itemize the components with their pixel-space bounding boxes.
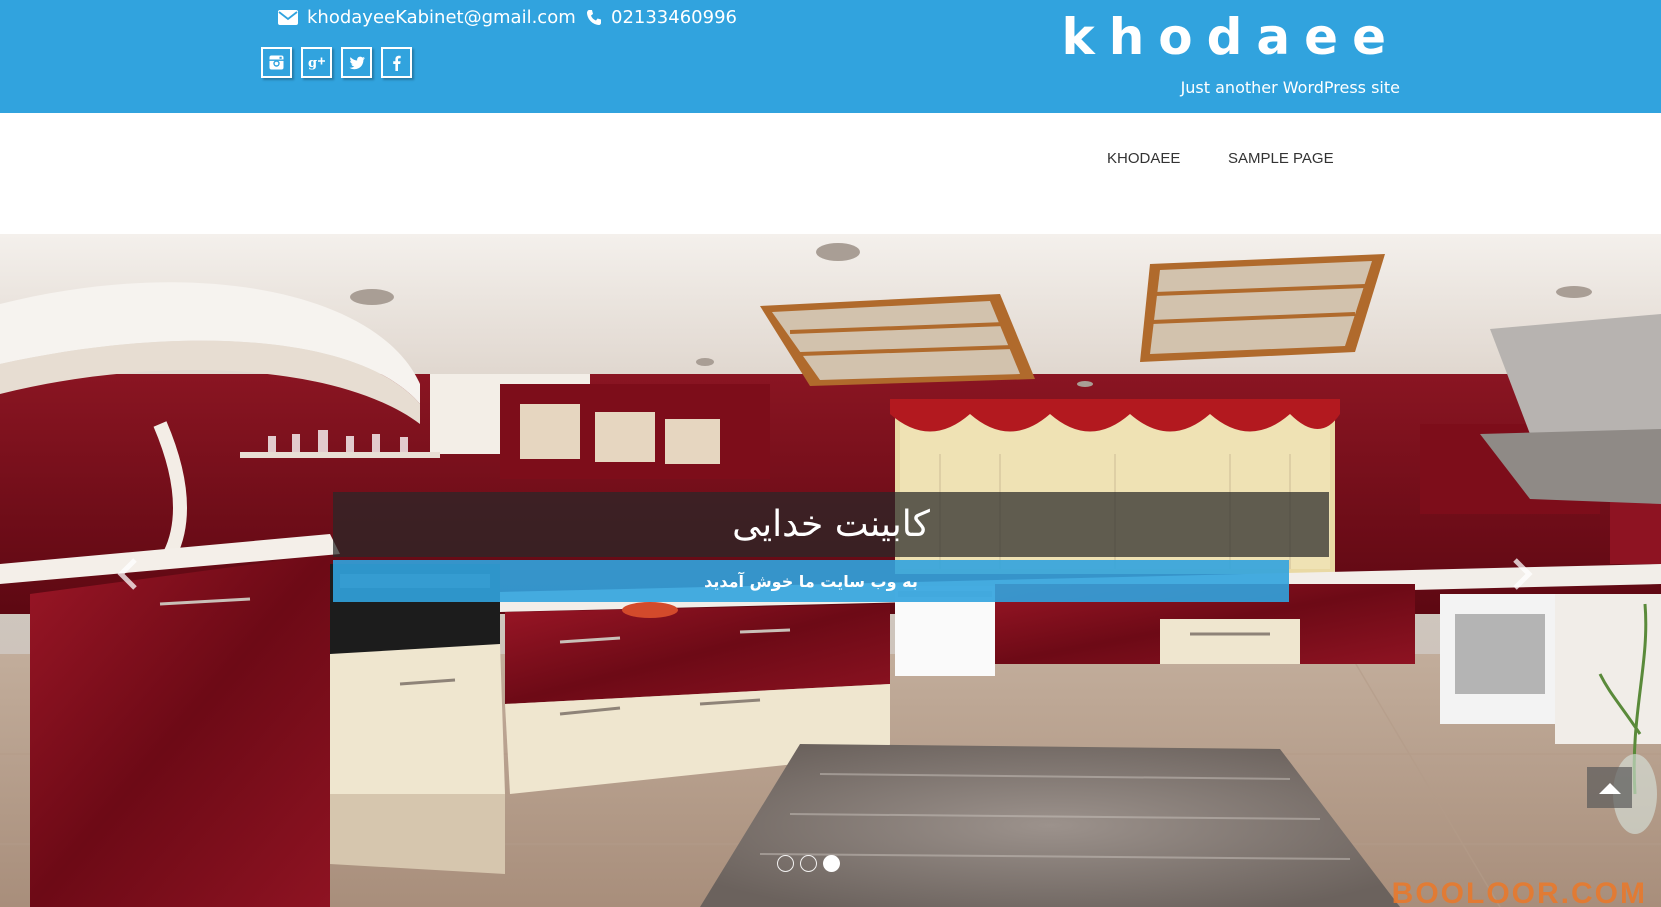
facebook-icon bbox=[393, 55, 401, 71]
phone-icon bbox=[587, 9, 601, 25]
phone-text: 02133460996 bbox=[611, 6, 737, 28]
site-title[interactable]: khodaee bbox=[1061, 4, 1400, 70]
envelope-icon bbox=[278, 9, 298, 25]
slider-dot-3[interactable] bbox=[823, 855, 840, 872]
nav-item-sample-page[interactable]: SAMPLE PAGE bbox=[1228, 150, 1334, 167]
slider-prev-button[interactable] bbox=[112, 554, 142, 594]
slider-next-button[interactable] bbox=[1508, 554, 1538, 594]
slider-dot-1[interactable] bbox=[777, 855, 794, 872]
instagram-button[interactable] bbox=[261, 47, 292, 78]
chevron-right-icon bbox=[1513, 558, 1533, 590]
top-header: khodayeeKabinet@gmail.com 02133460996 g bbox=[0, 0, 1661, 113]
instagram-icon bbox=[269, 55, 284, 70]
image-watermark: BOOLOOR.COM bbox=[1391, 877, 1647, 907]
social-links: g bbox=[261, 47, 412, 78]
slider-dot-2[interactable] bbox=[800, 855, 817, 872]
contact-phone[interactable]: 02133460996 bbox=[586, 6, 737, 28]
caret-up-icon bbox=[1598, 782, 1621, 794]
chevron-left-icon bbox=[117, 558, 137, 590]
slide-caption-subtitle: به وب سایت ما خوش آمدید bbox=[333, 560, 1289, 602]
svg-text:g: g bbox=[308, 56, 317, 70]
twitter-button[interactable] bbox=[341, 47, 372, 78]
facebook-button[interactable] bbox=[381, 47, 412, 78]
site-tagline: Just another WordPress site bbox=[1180, 78, 1400, 97]
google-plus-button[interactable]: g bbox=[301, 47, 332, 78]
back-to-top-button[interactable] bbox=[1587, 767, 1632, 808]
google-plus-icon: g bbox=[308, 56, 325, 70]
slider-pagination bbox=[777, 855, 840, 872]
slide-caption-title: کابینت خدایی bbox=[333, 492, 1329, 557]
hero-slider: کابینت خدایی به وب سایت ما خوش آمدید BOO… bbox=[0, 234, 1661, 907]
email-text: khodayeeKabinet@gmail.com bbox=[307, 6, 576, 28]
main-navigation: KHODAEE SAMPLE PAGE bbox=[0, 113, 1661, 234]
nav-item-khodaee[interactable]: KHODAEE bbox=[1107, 150, 1180, 167]
twitter-icon bbox=[349, 56, 365, 69]
contact-email[interactable]: khodayeeKabinet@gmail.com bbox=[278, 6, 576, 28]
